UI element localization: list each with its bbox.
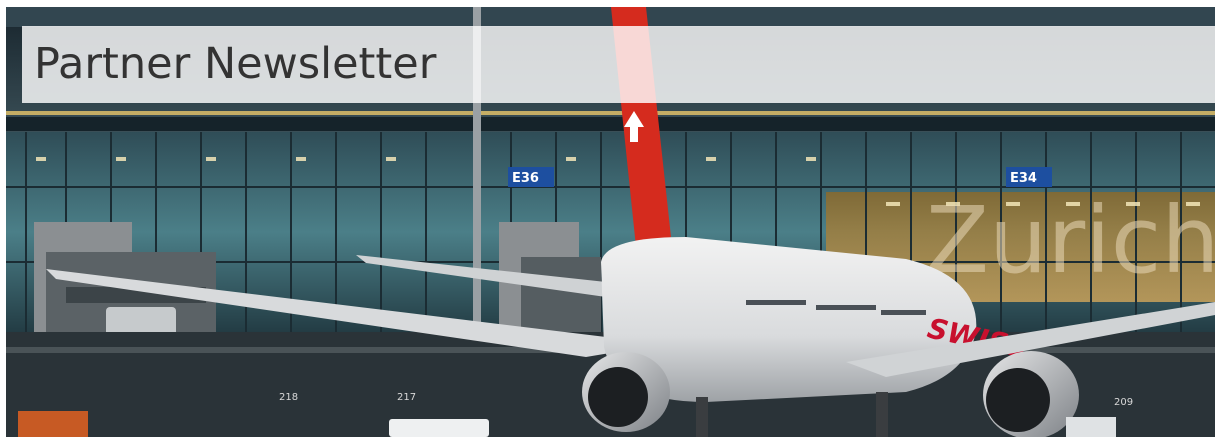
aircraft-engine-right	[983, 351, 1079, 437]
stand-number-209: 209	[1114, 397, 1133, 408]
ground-vehicle	[389, 419, 489, 437]
stand-number-217: 217	[397, 392, 416, 403]
aircraft-landing-gear	[696, 397, 708, 437]
title-banner: Partner Newsletter	[22, 26, 1215, 103]
stand-number-218: 218	[279, 392, 298, 403]
gate-sign-label: E36	[512, 171, 539, 186]
gate-sign-e36: E36	[508, 167, 554, 187]
ground-vehicle	[1066, 417, 1116, 437]
page-title: Partner Newsletter	[34, 39, 437, 89]
upper-level-lights	[6, 111, 1215, 131]
gate-sign-label: E34	[1010, 171, 1037, 186]
gate-sign-e34: E34	[1006, 167, 1052, 187]
terminal-lettering: Zurich	[926, 187, 1215, 294]
ground-equipment	[18, 411, 88, 437]
aircraft-engine-left	[582, 352, 670, 432]
aircraft-landing-gear	[876, 392, 888, 437]
